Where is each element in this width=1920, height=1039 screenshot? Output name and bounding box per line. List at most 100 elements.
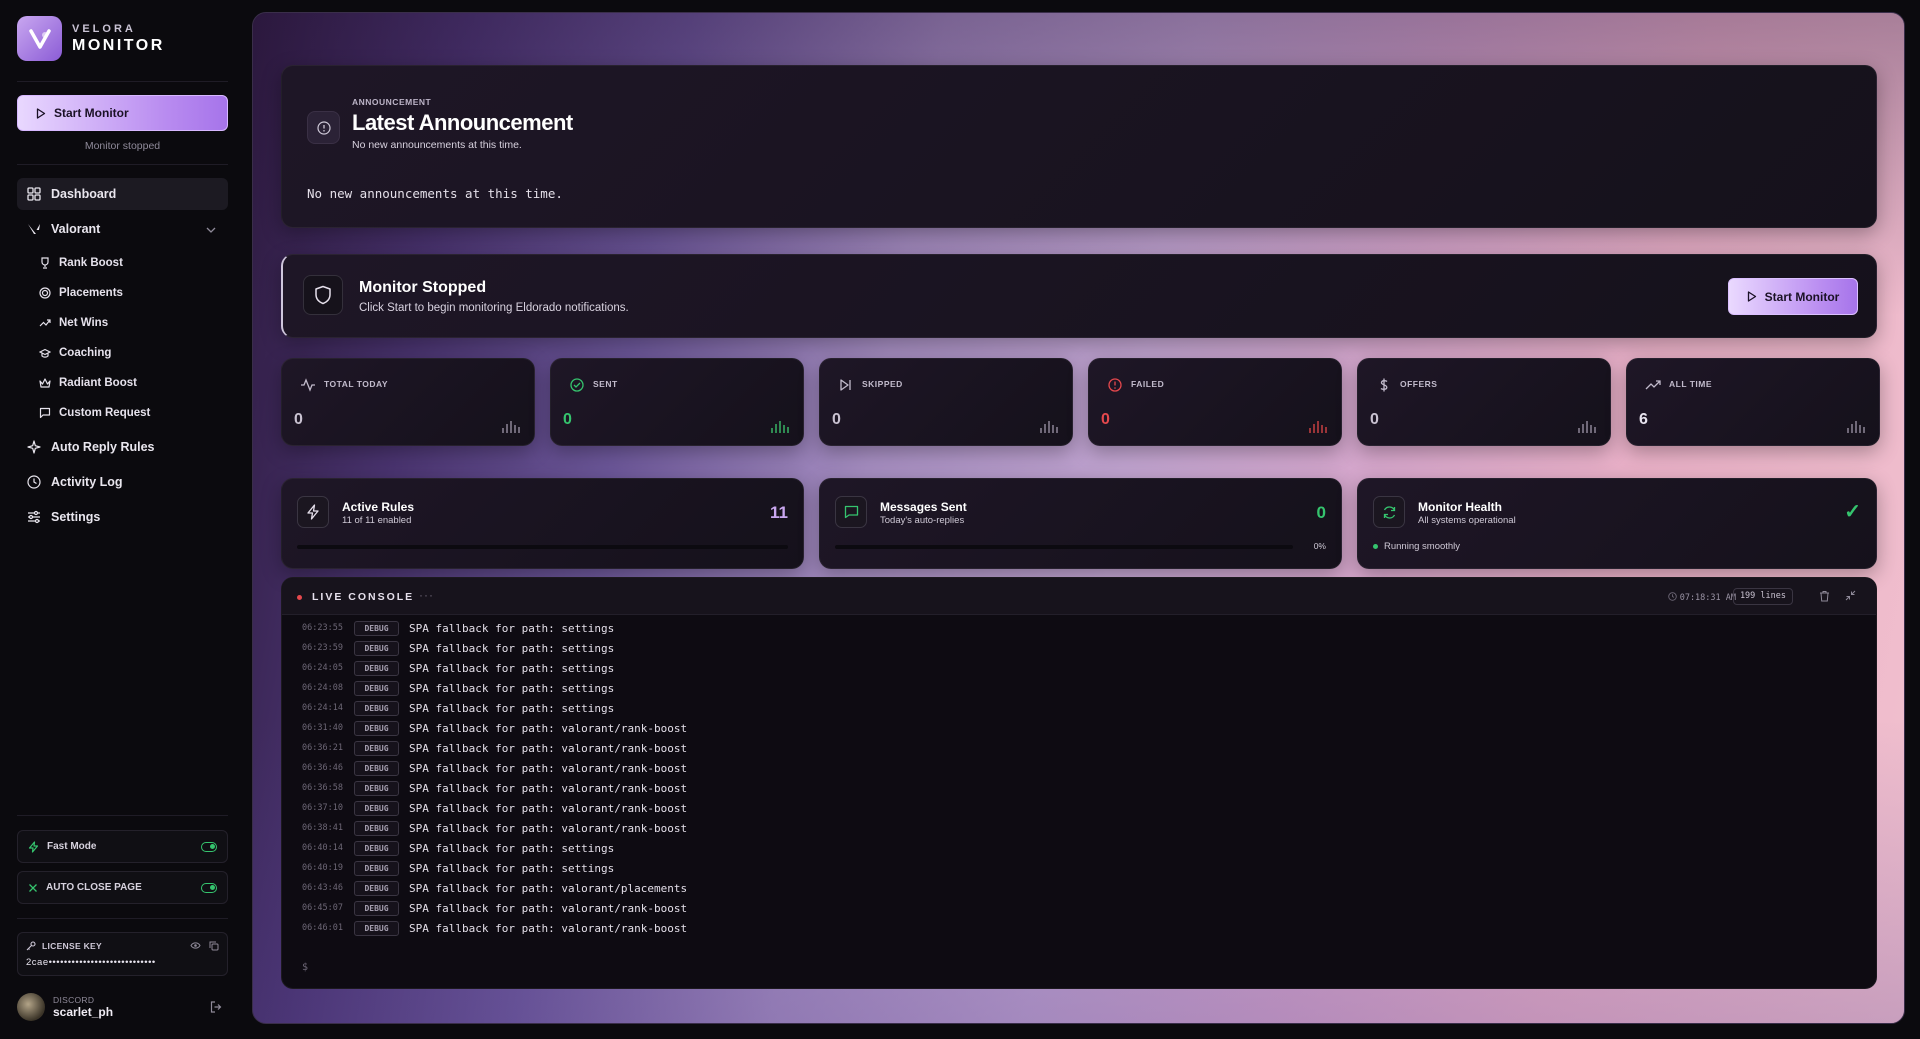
- log-row: 06:36:21 DEBUG SPA fallback for path: valo…: [302, 738, 1862, 758]
- stat-value: 0: [294, 411, 303, 428]
- brand: VELORA MONITOR: [17, 16, 165, 61]
- more-icon[interactable]: ···: [419, 588, 434, 602]
- stat-label: SENT: [593, 379, 618, 389]
- announcement-eyebrow: ANNOUNCEMENT: [352, 97, 432, 107]
- log-timestamp: 06:23:55: [302, 623, 343, 633]
- log-message: SPA fallback for path: valorant/rank-boo…: [409, 901, 688, 915]
- log-timestamp: 06:36:46: [302, 763, 343, 773]
- monitor-status-title: Monitor Stopped: [359, 279, 487, 296]
- divider: [17, 918, 228, 919]
- console-prompt[interactable]: $: [302, 962, 308, 973]
- mini-bars-icon: [1847, 421, 1865, 433]
- messages-sent-percent: 0%: [1313, 541, 1326, 551]
- log-message: SPA fallback for path: valorant/rank-boo…: [409, 801, 688, 815]
- mini-bars-icon: [502, 421, 520, 433]
- stat-value: 6: [1639, 411, 1648, 428]
- auto-close-toggle-row[interactable]: AUTO CLOSE PAGE: [17, 871, 228, 904]
- log-message: SPA fallback for path: valorant/rank-boo…: [409, 921, 688, 935]
- sidebar-item-label: Custom Request: [59, 407, 151, 419]
- log-timestamp: 06:31:40: [302, 723, 343, 733]
- log-level-badge: DEBUG: [354, 900, 399, 916]
- messages-sent-progress: [835, 545, 1293, 549]
- bolt-icon: [297, 496, 329, 528]
- messages-sent-value: 0: [1316, 503, 1326, 522]
- chevron-down-icon[interactable]: [206, 222, 216, 236]
- monitor-status-text: Monitor stopped: [84, 140, 161, 152]
- stat-label: ALL TIME: [1669, 379, 1713, 389]
- announcement-title: Latest Announcement: [352, 110, 573, 135]
- log-timestamp: 06:36:58: [302, 783, 343, 793]
- copy-icon[interactable]: [209, 941, 219, 951]
- chat-icon: [39, 407, 51, 419]
- sidebar-item-dashboard[interactable]: Dashboard: [17, 178, 228, 210]
- sidebar-item-activity-log[interactable]: Activity Log: [17, 466, 228, 498]
- sidebar-item-placements[interactable]: Placements: [17, 278, 228, 308]
- brand-line-2: MONITOR: [72, 36, 165, 54]
- log-message: SPA fallback for path: settings: [409, 841, 615, 855]
- cap-icon: [39, 348, 51, 358]
- license-key-value: 2cae••••••••••••••••••••••••••••: [26, 957, 156, 968]
- sidebar-item-label: Auto Reply Rules: [51, 440, 155, 454]
- play-icon: [36, 107, 46, 119]
- console-time-value: 07:18:31 AM: [1679, 593, 1736, 603]
- dollar-icon: [1380, 378, 1388, 392]
- start-monitor-label: Start Monitor: [1764, 289, 1840, 304]
- log-level-badge: DEBUG: [354, 820, 399, 836]
- mini-bars-icon: [1040, 421, 1058, 433]
- stat-card-offers: OFFERS 0: [1357, 358, 1611, 446]
- stat-card-all-time: ALL TIME 6: [1626, 358, 1880, 446]
- sidebar-item-net-wins[interactable]: Net Wins: [17, 308, 228, 338]
- sidebar-item-settings[interactable]: Settings: [17, 501, 228, 533]
- trash-icon[interactable]: [1819, 590, 1830, 602]
- messages-sent-title: Messages Sent: [880, 500, 967, 514]
- fast-mode-toggle-row[interactable]: Fast Mode: [17, 830, 228, 863]
- stat-label: OFFERS: [1400, 379, 1438, 389]
- health-status-row: Running smoothly: [1373, 541, 1460, 552]
- key-icon: [26, 941, 36, 951]
- sidebar-item-rank-boost[interactable]: Rank Boost: [17, 248, 228, 278]
- live-console: LIVE CONSOLE ··· 07:18:31 AM 199 lines 0…: [281, 577, 1877, 989]
- trophy-icon: [41, 257, 49, 269]
- target-icon: [39, 287, 51, 299]
- sidebar-item-valorant[interactable]: Valorant: [17, 213, 228, 245]
- log-timestamp: 06:45:07: [302, 903, 343, 913]
- log-message: SPA fallback for path: valorant/rank-boo…: [409, 721, 688, 735]
- mini-bars-icon: [1578, 421, 1596, 433]
- log-timestamp: 06:36:21: [302, 743, 343, 753]
- log-level-badge: DEBUG: [354, 880, 399, 896]
- log-level-badge: DEBUG: [354, 840, 399, 856]
- sidebar-item-auto-reply-rules[interactable]: Auto Reply Rules: [17, 431, 228, 463]
- collapse-icon[interactable]: [1845, 590, 1856, 601]
- sidebar-start-monitor-button[interactable]: Start Monitor: [17, 95, 228, 131]
- log-message: SPA fallback for path: valorant/rank-boo…: [409, 781, 688, 795]
- sidebar-item-label: Net Wins: [59, 317, 109, 329]
- sidebar-item-coaching[interactable]: Coaching: [17, 338, 228, 368]
- stat-value: 0: [1101, 411, 1110, 428]
- sidebar-item-custom-request[interactable]: Custom Request: [17, 398, 228, 428]
- bolt-icon: [28, 840, 39, 853]
- eye-icon[interactable]: [190, 941, 201, 950]
- log-row: 06:24:14 DEBUG SPA fallback for path: sett…: [302, 698, 1862, 718]
- messages-sent-card: Messages Sent Today's auto-replies 0 0%: [819, 478, 1342, 569]
- play-icon: [1747, 291, 1756, 302]
- refresh-icon: [1373, 496, 1405, 528]
- log-level-badge: DEBUG: [354, 680, 399, 696]
- log-message: SPA fallback for path: settings: [409, 621, 615, 635]
- avatar: [17, 993, 45, 1021]
- check-icon: ✓: [1844, 501, 1861, 523]
- console-title: LIVE CONSOLE: [312, 591, 415, 603]
- auto-close-label: AUTO CLOSE PAGE: [46, 882, 142, 893]
- auto-close-toggle[interactable]: [201, 882, 217, 893]
- announcement-body: No new announcements at this time.: [307, 186, 563, 201]
- log-row: 06:46:01 DEBUG SPA fallback for path: valo…: [302, 918, 1862, 938]
- log-level-badge: DEBUG: [354, 800, 399, 816]
- sidebar-item-radiant-boost[interactable]: Radiant Boost: [17, 368, 228, 398]
- log-level-badge: DEBUG: [354, 920, 399, 936]
- log-timestamp: 06:24:14: [302, 703, 343, 713]
- logout-icon[interactable]: [210, 1001, 222, 1013]
- fast-mode-toggle[interactable]: [201, 841, 217, 852]
- log-message: SPA fallback for path: valorant/rank-boo…: [409, 821, 688, 835]
- announcement-card: ANNOUNCEMENT Latest Announcement No new …: [281, 65, 1877, 228]
- fast-mode-label: Fast Mode: [47, 841, 97, 852]
- start-monitor-button[interactable]: Start Monitor: [1728, 278, 1858, 315]
